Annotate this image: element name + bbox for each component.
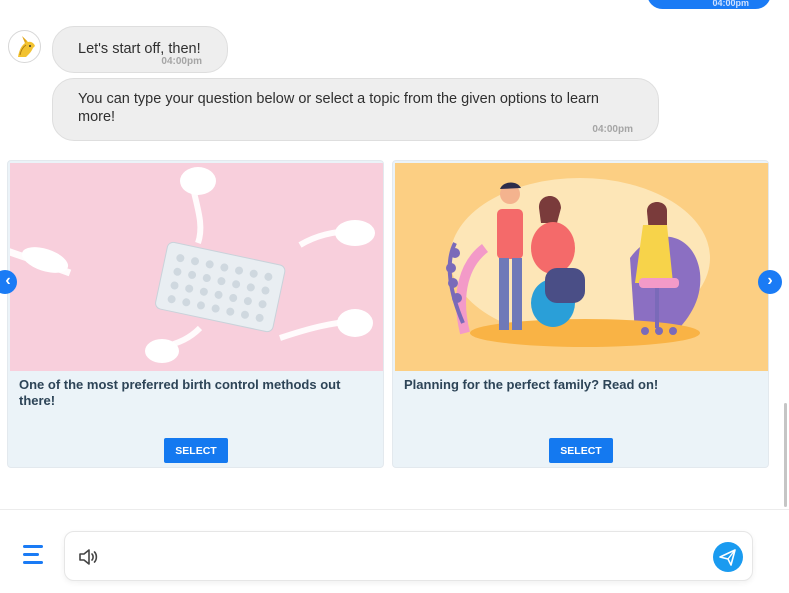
topic-carousel: One of the most preferred birth control …: [0, 158, 789, 470]
select-button[interactable]: SELECT: [164, 438, 228, 463]
select-button[interactable]: SELECT: [549, 438, 613, 463]
send-icon[interactable]: [713, 542, 743, 572]
message-time: 04:00pm: [592, 124, 633, 135]
chat-scrollbar[interactable]: [784, 403, 787, 507]
message-time: 04:00pm: [712, 0, 749, 8]
card-title: Planning for the perfect family? Read on…: [404, 377, 659, 392]
composer-divider: [0, 509, 789, 510]
message-composer: [64, 531, 753, 581]
card-title: One of the most preferred birth control …: [19, 377, 341, 408]
message-time: 04:00pm: [161, 56, 202, 67]
topic-card: Planning for the perfect family? Read on…: [392, 160, 769, 468]
user-message-bubble: 04:00pm: [647, 0, 771, 9]
bot-message-bubble: You can type your question below or sele…: [52, 78, 659, 141]
bot-message-bubble: Let's start off, then! 04:00pm: [52, 26, 228, 73]
speaker-icon[interactable]: [77, 546, 99, 568]
menu-icon[interactable]: [23, 545, 43, 565]
message-input[interactable]: [111, 542, 691, 572]
chevron-right-icon[interactable]: ›: [758, 270, 782, 294]
unicorn-logo-icon: [18, 36, 35, 57]
bot-avatar: [8, 30, 41, 63]
topic-card: One of the most preferred birth control …: [7, 160, 384, 468]
card-image-family-planning: [395, 163, 768, 371]
message-text: You can type your question below or sele…: [78, 91, 599, 125]
card-image-birth-control: [10, 163, 383, 371]
